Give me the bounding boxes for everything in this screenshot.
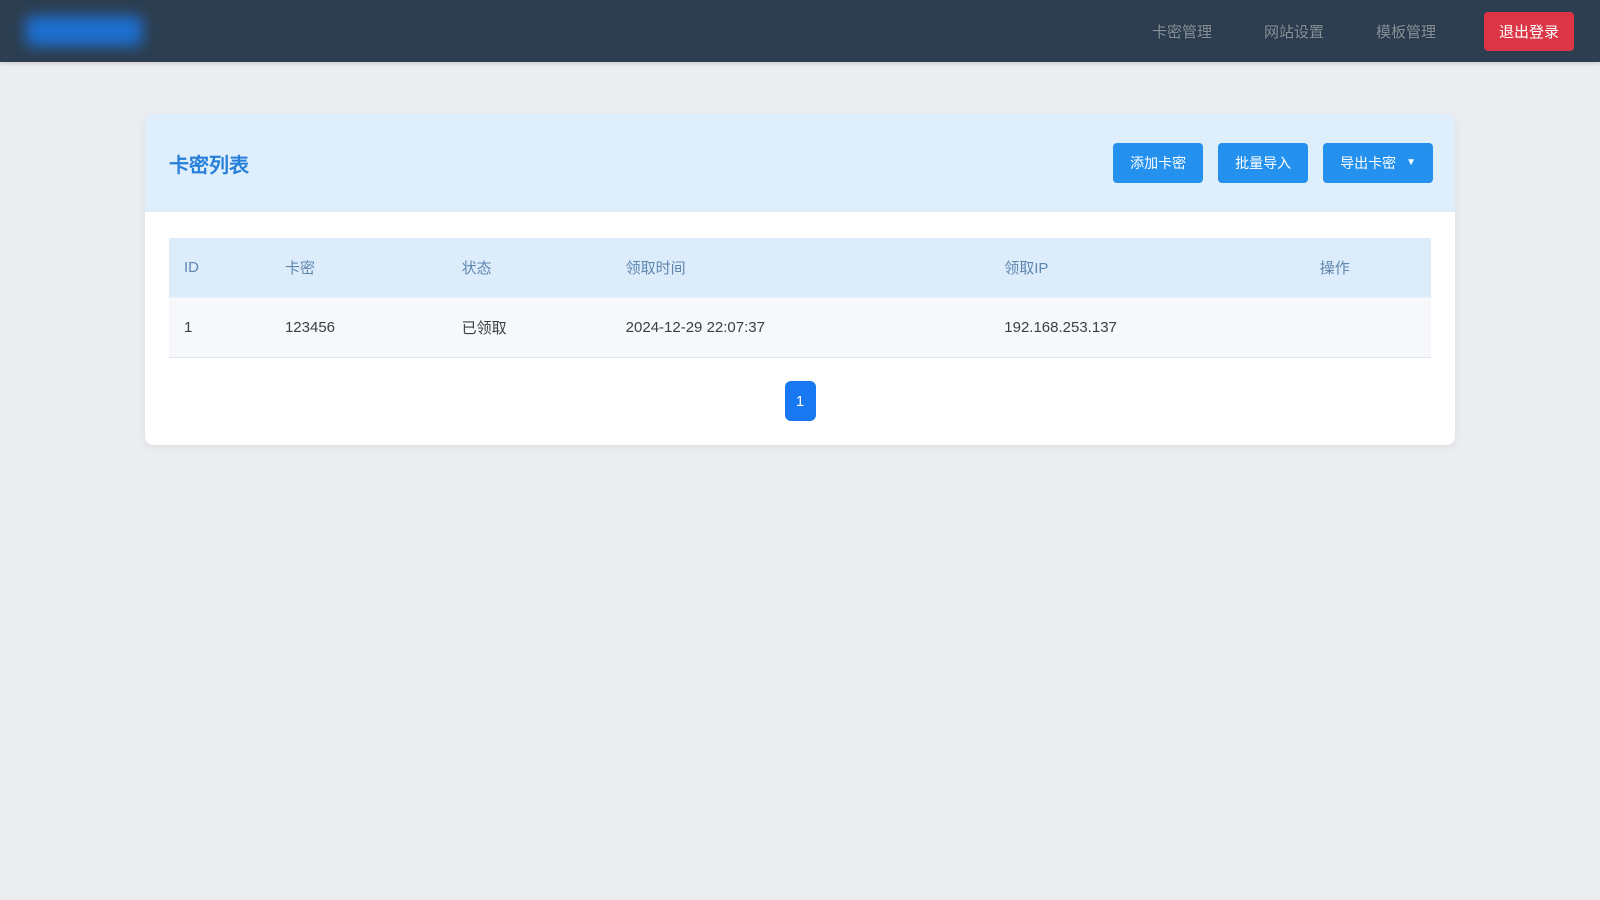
table-row: 1 123456 已领取 2024-12-29 22:07:37 192.168…: [169, 298, 1431, 358]
main-container: 卡密列表 添加卡密 批量导入 导出卡密 ▼ ID 卡密: [145, 114, 1455, 445]
nav-item-template-management[interactable]: 模板管理: [1376, 21, 1436, 42]
column-header-claim-time: 领取时间: [611, 238, 990, 298]
nav-item-site-settings[interactable]: 网站设置: [1264, 21, 1324, 42]
export-card-dropdown-button[interactable]: 导出卡密 ▼: [1323, 143, 1433, 183]
column-header-id: ID: [169, 238, 270, 298]
card-key-table: ID 卡密 状态 领取时间 领取IP 操作 1 123456 已领取 2024-…: [169, 238, 1431, 358]
column-header-status: 状态: [447, 238, 611, 298]
nav-item-card-management[interactable]: 卡密管理: [1152, 21, 1212, 42]
column-header-claim-ip: 领取IP: [989, 238, 1305, 298]
panel-header: 卡密列表 添加卡密 批量导入 导出卡密 ▼: [145, 114, 1455, 212]
navbar: 卡密管理 网站设置 模板管理 退出登录: [0, 0, 1600, 62]
nav-links: 卡密管理 网站设置 模板管理: [1152, 21, 1436, 42]
brand-logo[interactable]: [26, 16, 142, 46]
batch-import-button[interactable]: 批量导入: [1218, 143, 1308, 183]
column-header-key: 卡密: [270, 238, 447, 298]
card-key-panel: 卡密列表 添加卡密 批量导入 导出卡密 ▼ ID 卡密: [145, 114, 1455, 445]
add-card-button[interactable]: 添加卡密: [1113, 143, 1203, 183]
cell-claim-time: 2024-12-29 22:07:37: [611, 298, 990, 358]
cell-status: 已领取: [447, 298, 611, 358]
cell-id: 1: [169, 298, 270, 358]
cell-claim-ip: 192.168.253.137: [989, 298, 1305, 358]
page-title: 卡密列表: [169, 149, 249, 178]
pagination: 1: [169, 381, 1431, 421]
page-button-1[interactable]: 1: [785, 381, 816, 421]
logout-button[interactable]: 退出登录: [1484, 12, 1574, 51]
table-header: ID 卡密 状态 领取时间 领取IP 操作: [169, 238, 1431, 298]
column-header-actions: 操作: [1305, 238, 1431, 298]
cell-actions: [1305, 298, 1431, 358]
cell-key: 123456: [270, 298, 447, 358]
panel-body: ID 卡密 状态 领取时间 领取IP 操作 1 123456 已领取 2024-…: [145, 212, 1455, 445]
header-actions: 添加卡密 批量导入 导出卡密 ▼: [1113, 143, 1433, 183]
export-card-label: 导出卡密: [1340, 153, 1396, 173]
caret-down-icon: ▼: [1406, 158, 1416, 168]
